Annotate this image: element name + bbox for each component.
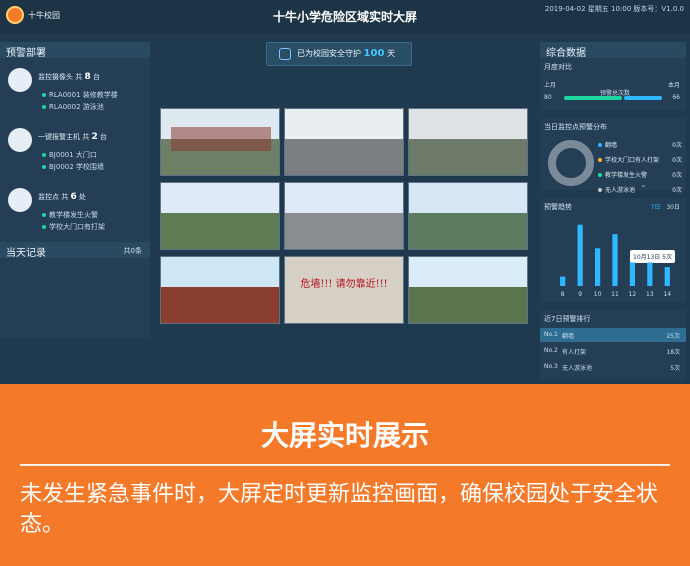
records-count: 共0条 bbox=[123, 247, 142, 255]
trend-x-tick: 13 bbox=[646, 291, 654, 298]
rank-row[interactable]: No.3 无人游泳池 5次 bbox=[540, 360, 686, 374]
rank-title: 近7日预警排行 bbox=[544, 315, 591, 323]
trend-x-tick: 11 bbox=[611, 291, 619, 298]
this-month-bar bbox=[624, 96, 662, 100]
shield-icon bbox=[279, 48, 291, 60]
caption-description: 未发生紧急事件时，大屏定时更新监控画面，确保校园处于安全状态。 bbox=[20, 482, 659, 537]
camera-feed[interactable] bbox=[160, 256, 280, 324]
trend-x-tick: 14 bbox=[663, 291, 671, 298]
device-monitor-point[interactable]: 监控点 共 6 处 教学楼发生火警 学校大门口有打架 bbox=[6, 182, 146, 238]
rank-row[interactable]: No.2 有人打架 18次 bbox=[540, 344, 686, 358]
divider bbox=[20, 464, 670, 466]
camera-feed[interactable] bbox=[408, 182, 528, 250]
device-count-label: 共 bbox=[75, 73, 83, 81]
panel-title: 综合数据 bbox=[540, 42, 686, 59]
distribution-section: 当日监控点预警分布 翻墙 0次 学校大门口有人打架 0次 教学楼发生火警 0次 无人游… bbox=[540, 118, 686, 194]
device-item: BJ0002 学校围墙 bbox=[42, 162, 104, 172]
camera-feed[interactable] bbox=[408, 108, 528, 176]
trend-bar[interactable] bbox=[629, 262, 636, 286]
camera-feed-warning[interactable]: 危墙!!! 请勿靠近!!! bbox=[284, 256, 404, 324]
device-item: RLA0001 装修教学楼 bbox=[42, 90, 118, 100]
device-camera[interactable]: 监控摄像头 共 8 台 RLA0001 装修教学楼 RLA0002 游泳池 bbox=[6, 62, 146, 118]
caption-area: 大屏实时展示 未发生紧急事件时，大屏定时更新监控画面，确保校园处于安全状态。 bbox=[0, 384, 690, 566]
last-month-bar bbox=[564, 96, 622, 100]
donut-chart bbox=[548, 140, 594, 186]
trend-bar[interactable] bbox=[594, 248, 601, 286]
camera-grid: 危墙!!! 请勿靠近!!! bbox=[160, 108, 532, 324]
camera-feed[interactable] bbox=[408, 256, 528, 324]
trend-bar[interactable] bbox=[664, 267, 670, 286]
camera-feed[interactable] bbox=[284, 182, 404, 250]
camera-feed[interactable] bbox=[284, 108, 404, 176]
warning-sign-text: 危墙!!! 请勿靠近!!! bbox=[300, 279, 388, 290]
warning-deploy-panel: 预警部署 监控摄像头 共 8 台 RLA0001 装修教学楼 RLA0002 游… bbox=[0, 42, 150, 338]
trend-bar[interactable] bbox=[612, 234, 618, 286]
monthly-compare: 月度对比 上月 本月 80 预警总次数 66 bbox=[540, 58, 686, 110]
alarm-icon bbox=[8, 128, 32, 152]
trend-bar[interactable] bbox=[647, 262, 653, 286]
records-title: 当天记录 bbox=[6, 248, 46, 259]
trend-x-tick: 9 bbox=[578, 291, 582, 298]
trend-x-tick: 8 bbox=[561, 291, 565, 298]
distribution-item: 教学楼发生火警 0次 bbox=[598, 170, 682, 179]
trend-x-tick: 12 bbox=[629, 291, 637, 298]
top-bar: 十牛校园 十牛小学危险区域实时大屏 2019-04-02 星期五 10:00 版… bbox=[0, 0, 690, 34]
summary-panel-header: 综合数据 bbox=[540, 42, 686, 59]
rank-section: 近7日预警排行 No.1 翻墙 25次 No.2 有人打架 18次 No.3 无… bbox=[540, 310, 686, 380]
safety-banner: 已为校园安全守护 100 天 bbox=[266, 42, 412, 66]
device-unit: 台 bbox=[92, 73, 100, 81]
camera-feed[interactable] bbox=[160, 108, 280, 176]
banner-unit: 天 bbox=[386, 49, 395, 58]
camera-icon bbox=[8, 68, 32, 92]
rank-row[interactable]: No.1 翻墙 25次 bbox=[540, 328, 686, 342]
device-item: RLA0002 游泳池 bbox=[42, 102, 104, 112]
distribution-item: 翻墙 0次 bbox=[598, 140, 682, 149]
monthly-title: 月度对比 bbox=[544, 63, 572, 71]
trend-bar-chart: 8 9 10 11 12 13 14 bbox=[560, 224, 671, 298]
trend-x-tick: 10 bbox=[594, 291, 602, 298]
panel-title: 预警部署 bbox=[0, 42, 150, 59]
device-name: 监控摄像头 bbox=[38, 73, 73, 81]
device-item: BJ0001 大门口 bbox=[42, 150, 97, 160]
device-item: 教学楼发生火警 bbox=[42, 210, 98, 220]
caption-heading: 大屏实时展示 bbox=[260, 419, 429, 452]
chevron-down-icon[interactable]: ⌄ bbox=[640, 180, 647, 189]
device-count: 8 bbox=[84, 72, 91, 82]
device-alarm[interactable]: 一键报警主机 共 2 台 BJ0001 大门口 BJ0002 学校围墙 bbox=[6, 122, 146, 178]
trend-bar[interactable] bbox=[560, 276, 566, 286]
device-item: 学校大门口有打架 bbox=[42, 222, 105, 232]
banner-days: 100 bbox=[363, 48, 385, 59]
trend-bar[interactable] bbox=[577, 224, 583, 286]
distribution-title: 当日监控点预警分布 bbox=[544, 123, 607, 131]
school-icon bbox=[8, 188, 32, 212]
datetime: 2019-04-02 星期五 10:00 版本号：V1.0.0 bbox=[544, 5, 684, 13]
records-header[interactable]: 当天记录 共0条 bbox=[0, 242, 150, 259]
banner-text: 已为校园安全守护 bbox=[297, 49, 361, 58]
distribution-item: 学校大门口有人打架 0次 bbox=[598, 155, 682, 164]
camera-feed[interactable] bbox=[160, 182, 280, 250]
dashboard-screen: 十牛校园 十牛小学危险区域实时大屏 2019-04-02 星期五 10:00 版… bbox=[0, 0, 690, 384]
trend-section: 预警趋势 7日 30日 10月13日 5次 8 9 10 11 12 13 14 bbox=[540, 198, 686, 302]
